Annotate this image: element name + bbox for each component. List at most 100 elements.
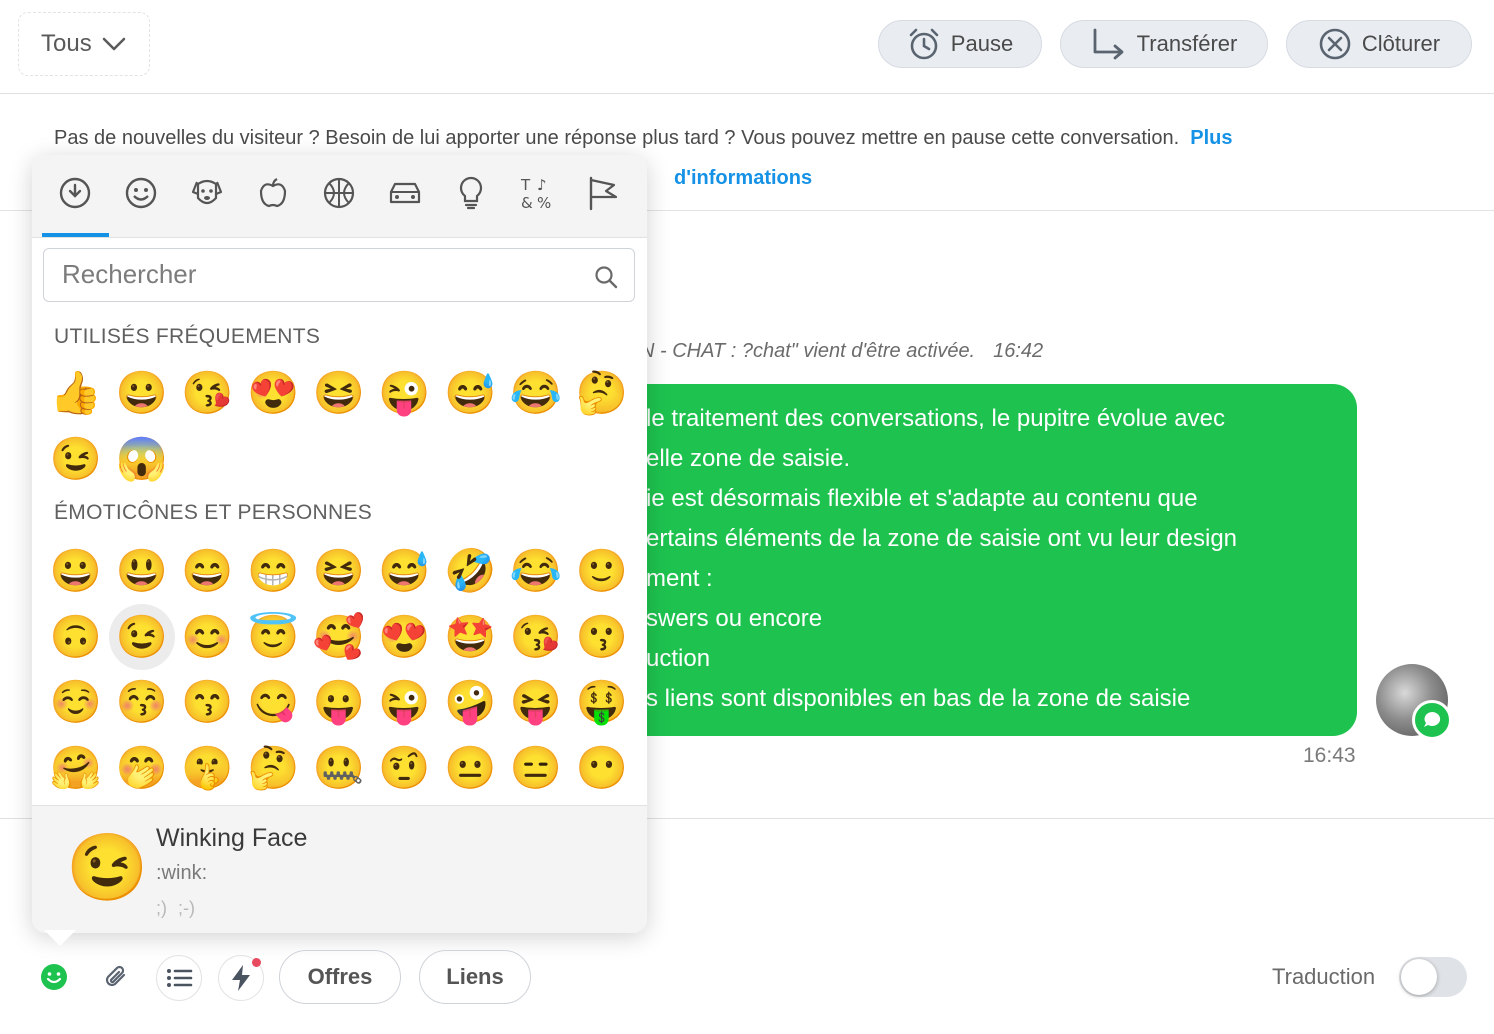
emoji-button[interactable]: 🤔 — [244, 739, 302, 797]
emoji-button[interactable]: 😘 — [178, 364, 236, 422]
emoji-button[interactable]: 🤩 — [441, 608, 499, 666]
emoji-button[interactable]: 👍 — [47, 364, 105, 422]
objects-icon[interactable] — [451, 173, 491, 213]
emoji-button[interactable]: 🤗 — [47, 739, 105, 797]
emoji-button[interactable]: 😀 — [113, 364, 171, 422]
system-message-time: 16:42 — [993, 340, 1044, 362]
header-divider — [0, 93, 1494, 94]
lightning-icon — [232, 965, 250, 991]
emoji-button[interactable]: 😶 — [573, 739, 631, 797]
travel-icon[interactable] — [385, 173, 425, 213]
message-line: ertains éléments de la zone de saisie on… — [646, 525, 1238, 552]
emoji-button[interactable]: 😆 — [310, 364, 368, 422]
more-info-link[interactable]: Plus — [1190, 127, 1232, 149]
preview-shortcode: :wink: — [156, 862, 208, 884]
emoji-button[interactable]: 😍 — [244, 364, 302, 422]
emoji-button[interactable]: 😘 — [507, 608, 565, 666]
pause-button[interactable]: Pause — [878, 20, 1042, 68]
emoji-button[interactable]: 😝 — [507, 673, 565, 731]
emoji-button[interactable]: 😅 — [376, 542, 434, 600]
emoji-button[interactable]: ☺️ — [47, 673, 105, 731]
message-line: s liens sont disponibles en bas de la zo… — [646, 685, 1191, 712]
emoji-preview: 😉 Winking Face :wink: ;) ;-) — [32, 805, 647, 933]
emoji-button[interactable]: 🤪 — [441, 673, 499, 731]
emoji-button[interactable]: 🙂 — [573, 542, 631, 600]
preview-aliases: ;) ;-) — [156, 898, 195, 918]
message-line: elle zone de saisie. — [646, 445, 851, 472]
emoji-button[interactable] — [32, 955, 76, 999]
emoji-button[interactable]: 😊 — [178, 608, 236, 666]
close-conversation-button[interactable]: Clôturer — [1286, 20, 1472, 68]
emoji-button[interactable]: 🥰 — [310, 608, 368, 666]
activity-icon[interactable] — [319, 173, 359, 213]
chevron-down-icon — [102, 37, 125, 51]
emoji-button[interactable]: 😃 — [113, 542, 171, 600]
toggle-knob — [1401, 959, 1437, 995]
pause-label: Pause — [950, 31, 1014, 56]
smileys-icon[interactable] — [121, 173, 161, 213]
emoji-button[interactable]: 🤔 — [573, 364, 631, 422]
emoji-button[interactable]: 😀 — [47, 542, 105, 600]
emoji-button[interactable]: 😂 — [507, 542, 565, 600]
emoji-button[interactable]: 😙 — [178, 673, 236, 731]
emoji-button[interactable]: 🙃 — [47, 608, 105, 666]
emoji-button[interactable]: 😆 — [310, 542, 368, 600]
emoji-button[interactable]: 😋 — [244, 673, 302, 731]
emoji-button[interactable]: 😂 — [507, 364, 565, 422]
filter-label: Tous — [41, 30, 92, 57]
animals-icon[interactable] — [187, 173, 227, 213]
emoji-button[interactable]: 😄 — [178, 542, 236, 600]
quick-answers-button[interactable] — [218, 955, 264, 1001]
emoji-button[interactable]: 🤭 — [113, 739, 171, 797]
emoji-button[interactable]: 😅 — [441, 364, 499, 422]
transfer-button[interactable]: Transférer — [1060, 20, 1268, 68]
preview-emoji: 😉 — [66, 830, 149, 904]
translation-toggle[interactable] — [1399, 957, 1467, 997]
search-placeholder: Rechercher — [62, 259, 197, 289]
emoji-button[interactable]: 🤨 — [376, 739, 434, 797]
message-line: le traitement des conversations, le pupi… — [646, 405, 1225, 432]
message-time: 16:43 — [1303, 744, 1356, 767]
emoji-button[interactable]: 😁 — [244, 542, 302, 600]
list-icon — [167, 969, 193, 987]
more-info-link-cont[interactable]: d'informations — [674, 167, 812, 189]
emoji-button[interactable]: 🤫 — [178, 739, 236, 797]
emoji-search-input[interactable]: Rechercher — [43, 248, 635, 302]
emoji-button[interactable]: 😑 — [507, 739, 565, 797]
emoji-button[interactable]: 🤑 — [573, 673, 631, 731]
list-button[interactable] — [156, 955, 202, 1001]
flags-icon[interactable] — [583, 173, 623, 213]
food-icon[interactable] — [253, 173, 293, 213]
recent-icon[interactable] — [55, 173, 95, 213]
filter-dropdown[interactable]: Tous — [18, 12, 150, 76]
attachment-button[interactable] — [94, 955, 138, 999]
emoji-button[interactable]: 🤐 — [310, 739, 368, 797]
transfer-label: Transférer — [1136, 31, 1238, 56]
smiley-icon — [41, 964, 67, 990]
system-message: N - CHAT : ?chat" vient d'être activée. 1… — [640, 340, 1061, 363]
close-label: Clôturer — [1361, 31, 1441, 56]
emoji-button[interactable]: 😗 — [573, 608, 631, 666]
offers-button[interactable]: Offres — [279, 950, 401, 1004]
picker-pointer — [44, 930, 76, 946]
symbols-icon[interactable]: T ♪ &% — [517, 173, 557, 213]
emoji-button[interactable]: 😐 — [441, 739, 499, 797]
emoji-button[interactable]: 😉 — [108, 603, 175, 670]
links-button[interactable]: Liens — [419, 950, 531, 1004]
chat-badge-icon — [1412, 700, 1452, 740]
emoji-button[interactable]: 😜 — [376, 673, 434, 731]
message-line: ie est désormais flexible et s'adapte au… — [646, 485, 1198, 512]
emoji-button[interactable]: 😱 — [113, 430, 171, 488]
emoji-button[interactable]: 😍 — [376, 608, 434, 666]
emoji-button[interactable]: 🤣 — [441, 542, 499, 600]
emoji-button[interactable]: 😚 — [113, 673, 171, 731]
transfer-arrow-icon — [1093, 28, 1124, 60]
message-line: swers ou encore — [646, 605, 823, 632]
emoji-button[interactable]: 😛 — [310, 673, 368, 731]
emoji-button[interactable]: 😜 — [376, 364, 434, 422]
svg-text:%: % — [537, 194, 551, 211]
translation-label: Traduction — [1272, 964, 1376, 989]
emoji-button[interactable]: 😇 — [244, 608, 302, 666]
svg-text:&: & — [521, 194, 533, 211]
emoji-button[interactable]: 😉 — [47, 430, 105, 488]
